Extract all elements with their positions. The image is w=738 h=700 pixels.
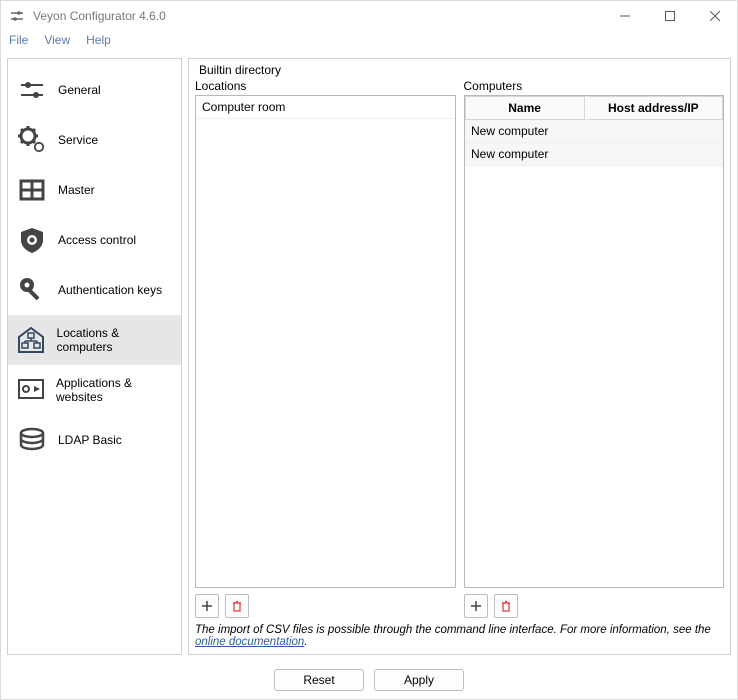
menu-view[interactable]: View xyxy=(44,33,70,47)
sidebar-item-applications-websites[interactable]: Applications & websites xyxy=(8,365,181,415)
columns: Locations Computer room xyxy=(195,79,724,620)
add-location-button[interactable] xyxy=(195,594,219,618)
locations-buttons xyxy=(195,588,456,620)
minimize-button[interactable] xyxy=(602,1,647,31)
sidebar-item-service[interactable]: Service xyxy=(8,115,181,165)
titlebar: Veyon Configurator 4.6.0 xyxy=(1,1,737,31)
grid-icon xyxy=(16,174,48,206)
computers-buttons xyxy=(464,588,725,620)
hint-link[interactable]: online documentation xyxy=(195,636,304,648)
app-window: Veyon Configurator 4.6.0 File View Help xyxy=(0,0,738,700)
sidebar-item-label: Master xyxy=(58,183,95,197)
sidebar-item-authentication-keys[interactable]: Authentication keys xyxy=(8,265,181,315)
sidebar-item-label: Applications & websites xyxy=(56,376,173,404)
add-computer-button[interactable] xyxy=(464,594,488,618)
locations-list[interactable]: Computer room xyxy=(195,95,456,588)
window-title: Veyon Configurator 4.6.0 xyxy=(33,9,602,23)
app-icon xyxy=(9,8,25,24)
table-row[interactable]: New computer xyxy=(465,120,723,143)
sidebar-item-general[interactable]: General xyxy=(8,65,181,115)
locations-column: Locations Computer room xyxy=(195,79,456,620)
computers-column: Computers Name Host address/IP xyxy=(464,79,725,620)
computers-table: Name Host address/IP New computer xyxy=(465,96,724,166)
sidebar-item-label: General xyxy=(58,83,101,97)
sliders-icon xyxy=(16,74,48,106)
menu-file[interactable]: File xyxy=(9,33,28,47)
sidebar-item-label: Locations & computers xyxy=(57,326,173,354)
content-panel: Builtin directory Locations Computer roo… xyxy=(188,58,731,655)
sidebar-item-locations-computers[interactable]: Locations & computers xyxy=(8,315,181,365)
menu-bar: File View Help xyxy=(1,31,737,52)
cell-host[interactable] xyxy=(584,143,722,166)
footer: Reset Apply xyxy=(1,661,737,699)
cell-name[interactable]: New computer xyxy=(465,143,584,166)
column-header-host[interactable]: Host address/IP xyxy=(584,97,722,120)
locations-label: Locations xyxy=(195,79,456,93)
column-header-name[interactable]: Name xyxy=(465,97,584,120)
table-row[interactable]: New computer xyxy=(465,143,723,166)
sidebar-item-label: LDAP Basic xyxy=(58,433,122,447)
shield-icon xyxy=(16,224,48,256)
gears-icon xyxy=(16,124,48,156)
delete-computer-button[interactable] xyxy=(494,594,518,618)
sidebar-item-ldap-basic[interactable]: LDAP Basic xyxy=(8,415,181,465)
sidebar-item-access-control[interactable]: Access control xyxy=(8,215,181,265)
sidebar-item-master[interactable]: Master xyxy=(8,165,181,215)
groupbox-title: Builtin directory xyxy=(199,63,281,77)
cell-host[interactable] xyxy=(584,120,722,143)
reset-button[interactable]: Reset xyxy=(274,669,364,691)
key-icon xyxy=(16,274,48,306)
sidebar-item-label: Authentication keys xyxy=(58,283,162,297)
network-computers-icon xyxy=(16,324,47,356)
groupbox-builtin-directory: Builtin directory Locations Computer roo… xyxy=(195,65,724,654)
hint-suffix: . xyxy=(304,636,307,648)
hint-text: The import of CSV files is possible thro… xyxy=(195,620,724,654)
menu-help[interactable]: Help xyxy=(86,33,111,47)
location-item[interactable]: Computer room xyxy=(196,96,455,119)
close-button[interactable] xyxy=(692,1,737,31)
computers-table-container[interactable]: Name Host address/IP New computer xyxy=(464,95,725,588)
window-controls xyxy=(602,1,737,31)
delete-location-button[interactable] xyxy=(225,594,249,618)
hint-prefix: The import of CSV files is possible thro… xyxy=(195,624,711,636)
main-area: General Se xyxy=(1,52,737,661)
sidebar: General Se xyxy=(7,58,182,655)
cell-name[interactable]: New computer xyxy=(465,120,584,143)
database-icon xyxy=(16,424,48,456)
apps-icon xyxy=(16,374,46,406)
apply-button[interactable]: Apply xyxy=(374,669,464,691)
sidebar-item-label: Service xyxy=(58,133,98,147)
maximize-button[interactable] xyxy=(647,1,692,31)
sidebar-item-label: Access control xyxy=(58,233,136,247)
computers-label: Computers xyxy=(464,79,725,93)
